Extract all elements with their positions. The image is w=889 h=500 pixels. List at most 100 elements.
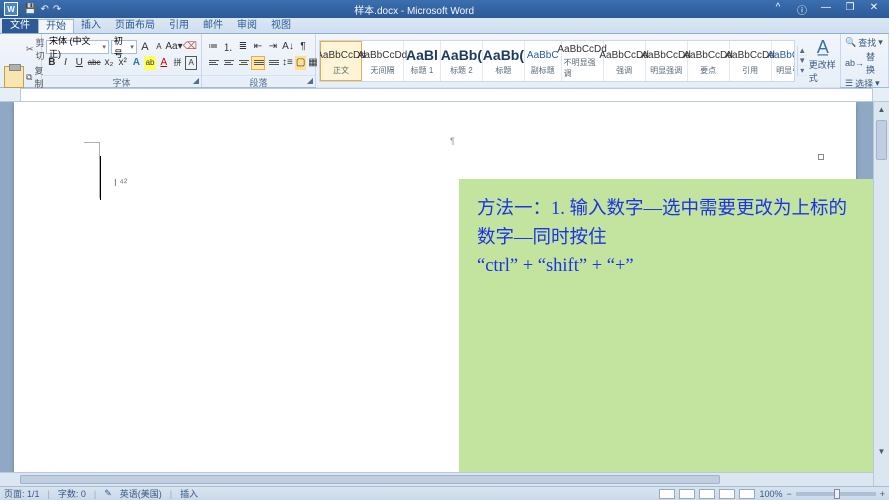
horizontal-ruler[interactable]	[20, 88, 873, 102]
tab-view[interactable]: 视图	[264, 19, 298, 33]
vscroll-thumb[interactable]	[876, 120, 887, 160]
font-name-combo[interactable]: 宋体 (中文正)▾	[46, 40, 109, 54]
scroll-up-arrow[interactable]: ▲	[874, 102, 889, 116]
gallery-expand[interactable]: ▾	[798, 66, 807, 76]
style-item-8[interactable]: AaBbCcDd明显强调	[646, 41, 688, 81]
distribute-button[interactable]	[266, 56, 280, 70]
font-color-button[interactable]: A	[158, 56, 170, 70]
style-item-6[interactable]: AaBbCcDd不明显强调	[562, 41, 604, 81]
italic-button[interactable]: I	[60, 56, 72, 70]
group-font-label: 字体◢	[42, 75, 201, 87]
highlight-button[interactable]: ab	[144, 56, 156, 70]
zoom-slider-thumb[interactable]	[834, 489, 840, 499]
replace-button[interactable]: ab→ 替换	[845, 50, 884, 76]
phonetic-guide-button[interactable]: 拼	[172, 56, 184, 70]
shrink-font-button[interactable]: A	[153, 40, 165, 54]
style-name: 明显引用	[776, 65, 795, 76]
style-item-5[interactable]: AaBbC副标题	[525, 41, 562, 81]
find-button[interactable]: 🔍 查找 ▾	[845, 36, 884, 49]
sort-button[interactable]: A↓	[281, 40, 295, 54]
multilevel-button[interactable]: ≣	[236, 40, 250, 54]
status-language[interactable]: 英语(美国)	[120, 487, 162, 500]
view-draft[interactable]	[739, 489, 755, 499]
document-area: I ⁴² ¶ 方法一：1. 输入数字—选中需要更改为上标的数字—同时按住“ctr…	[0, 102, 889, 486]
style-item-4[interactable]: AaBb(标题	[483, 41, 525, 81]
status-insert-mode[interactable]: 插入	[180, 487, 198, 500]
quick-access-toolbar: 💾 ↶ ↷	[24, 4, 61, 15]
close-button[interactable]: ✕	[863, 2, 885, 17]
subscript-button[interactable]: x₂	[103, 56, 115, 70]
style-preview: AaBbC	[527, 45, 559, 65]
hscroll-thumb[interactable]	[20, 475, 720, 484]
line-spacing-button[interactable]: ↕≡	[281, 56, 294, 70]
grow-font-button[interactable]: A	[139, 40, 151, 54]
bold-button[interactable]: B	[46, 56, 58, 70]
help-button[interactable]: ⓘ	[791, 2, 813, 17]
minimize-button[interactable]: —	[815, 2, 837, 17]
justify-button[interactable]	[251, 56, 265, 70]
tab-mailings[interactable]: 邮件	[196, 19, 230, 33]
text-effects-button[interactable]: A	[131, 56, 143, 70]
horizontal-scrollbar[interactable]	[0, 472, 873, 486]
qat-save[interactable]: 💾	[24, 4, 36, 15]
increase-indent-button[interactable]: ⇥	[266, 40, 280, 54]
style-item-10[interactable]: AaBbCcDd引用	[730, 41, 772, 81]
tab-references[interactable]: 引用	[162, 19, 196, 33]
strike-button[interactable]: abc	[87, 56, 101, 70]
status-word-count[interactable]: 字数: 0	[58, 487, 86, 500]
status-proof-icon[interactable]: ✎	[104, 488, 112, 499]
change-styles-button[interactable]: A̲ 更改样式	[809, 37, 837, 84]
qat-redo[interactable]: ↷	[53, 4, 61, 15]
tab-review[interactable]: 审阅	[230, 19, 264, 33]
tab-insert[interactable]: 插入	[74, 19, 108, 33]
tab-page-layout[interactable]: 页面布局	[108, 19, 162, 33]
restore-button[interactable]: ❐	[839, 2, 861, 17]
zoom-out-button[interactable]: −	[786, 489, 791, 499]
align-right-button[interactable]	[236, 56, 250, 70]
view-outline[interactable]	[719, 489, 735, 499]
align-left-button[interactable]	[206, 56, 220, 70]
char-border-button[interactable]: A	[185, 56, 197, 70]
shading-button[interactable]: ▢	[295, 56, 306, 70]
tab-file[interactable]: 文件	[2, 19, 38, 33]
style-item-11[interactable]: AaBbCcDd明显引用	[772, 41, 795, 81]
align-center-button[interactable]	[221, 56, 235, 70]
superscript-button[interactable]: x²	[117, 56, 129, 70]
change-styles-icon: A̲	[817, 37, 829, 58]
page-nav-buttons[interactable]	[874, 458, 889, 486]
style-item-9[interactable]: AaBbCcDd要点	[688, 41, 730, 81]
qat-undo[interactable]: ↶	[40, 4, 48, 15]
style-item-7[interactable]: AaBbCcDd强调	[604, 41, 646, 81]
underline-button[interactable]: U	[73, 56, 85, 70]
font-dialog-launcher[interactable]: ◢	[193, 76, 199, 85]
decrease-indent-button[interactable]: ⇤	[251, 40, 265, 54]
style-item-2[interactable]: AaBl标题 1	[404, 41, 441, 81]
zoom-in-button[interactable]: +	[880, 489, 885, 499]
view-web-layout[interactable]	[699, 489, 715, 499]
styles-gallery[interactable]: AaBbCcDd正文AaBbCcDd无间隔AaBl标题 1AaBb(标题 2Aa…	[319, 40, 795, 82]
style-item-3[interactable]: AaBb(标题 2	[441, 41, 483, 81]
clear-format-button[interactable]: ⌫	[183, 40, 197, 54]
gallery-row-up[interactable]: ▲	[798, 46, 807, 56]
show-marks-button[interactable]: ¶	[296, 40, 310, 54]
font-size-combo[interactable]: 初号▾	[111, 40, 137, 54]
view-print-layout[interactable]	[659, 489, 675, 499]
zoom-percent[interactable]: 100%	[759, 489, 782, 499]
tab-home[interactable]: 开始	[38, 19, 74, 33]
styles-gallery-more[interactable]: ▲ ▼ ▾	[797, 46, 807, 76]
vertical-scrollbar[interactable]: ▲ ▼	[873, 102, 889, 486]
bullets-button[interactable]: ≔	[206, 40, 220, 54]
style-name: 正文	[333, 65, 349, 76]
view-full-screen[interactable]	[679, 489, 695, 499]
paragraph-dialog-launcher[interactable]: ◢	[307, 76, 313, 85]
gallery-row-down[interactable]: ▼	[798, 56, 807, 66]
status-page[interactable]: 页面: 1/1	[4, 487, 40, 500]
style-item-0[interactable]: AaBbCcDd正文	[320, 41, 362, 81]
numbering-button[interactable]: ⒈	[221, 40, 235, 54]
ribbon-toggle-button[interactable]: ^	[767, 2, 789, 17]
change-case-button[interactable]: Aa▾	[167, 40, 181, 54]
scroll-down-arrow[interactable]: ▼	[874, 444, 889, 458]
zoom-slider[interactable]	[796, 492, 876, 496]
style-item-1[interactable]: AaBbCcDd无间隔	[362, 41, 404, 81]
window-buttons: ^ ⓘ — ❐ ✕	[767, 2, 885, 17]
